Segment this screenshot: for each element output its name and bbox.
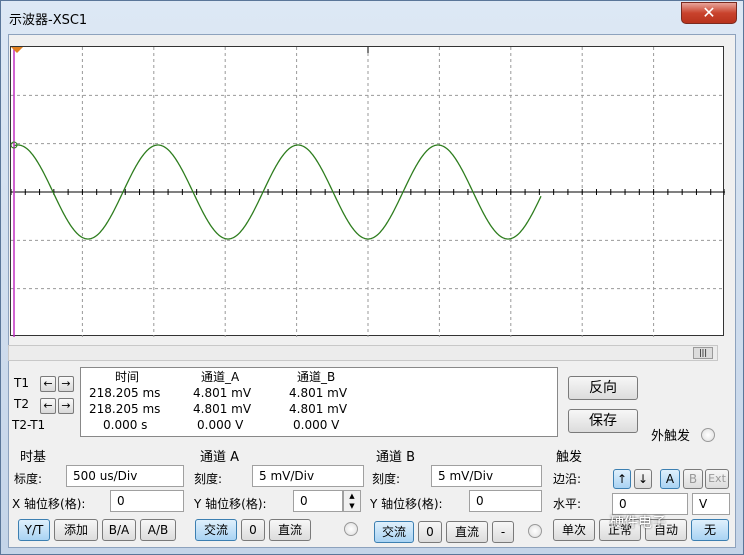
channel-a-ypos-spinner[interactable]: ▲ ▼ bbox=[343, 490, 361, 512]
channel-b-title: 通道 B bbox=[376, 450, 416, 465]
t2-time: 218.205 ms bbox=[89, 402, 161, 416]
channel-a-ac-button[interactable]: 交流 bbox=[195, 519, 237, 541]
channel-b-zero-button[interactable]: 0 bbox=[418, 521, 442, 543]
cursor-marker-icon bbox=[11, 47, 23, 53]
header-channel-a: 通道_A bbox=[201, 370, 240, 384]
save-button[interactable]: 保存 bbox=[568, 409, 638, 433]
title-bar: 示波器-XSC1 ✕ bbox=[1, 1, 743, 35]
channel-b-ypos-label: Y 轴位移(格): bbox=[370, 497, 443, 511]
mode-ba-button[interactable]: B/A bbox=[102, 519, 136, 541]
channel-a-title: 通道 A bbox=[200, 450, 240, 465]
channel-b-ypos-field[interactable]: 0 bbox=[469, 490, 542, 512]
timebase-scale-label: 标度: bbox=[14, 472, 43, 486]
timebase-xpos-label: X 轴位移(格): bbox=[12, 497, 86, 511]
channel-b-dc-button[interactable]: 直流 bbox=[446, 521, 488, 543]
falling-edge-icon[interactable]: ↓ bbox=[634, 469, 652, 489]
trigger-title: 触发 bbox=[556, 450, 583, 465]
t1-channel-b: 4.801 mV bbox=[289, 386, 348, 400]
mode-yt-button[interactable]: Y/T bbox=[18, 519, 50, 541]
channel-a-ypos-field[interactable]: 0 bbox=[293, 490, 343, 512]
trigger-single-button[interactable]: 单次 bbox=[553, 519, 595, 541]
t2-label: T2 bbox=[14, 397, 29, 411]
trigger-source-a-button[interactable]: A bbox=[660, 469, 680, 489]
delta-channel-a: 0.000 V bbox=[197, 418, 244, 432]
t2-right-arrow-icon[interactable]: → bbox=[58, 398, 74, 414]
trigger-source-b-button[interactable]: B bbox=[683, 469, 703, 489]
channel-a-scale-label: 刻度: bbox=[194, 472, 223, 486]
header-time: 时间 bbox=[115, 370, 140, 384]
close-button[interactable]: ✕ bbox=[681, 2, 737, 24]
reverse-button[interactable]: 反向 bbox=[568, 376, 638, 400]
channel-a-dc-button[interactable]: 直流 bbox=[269, 519, 311, 541]
t1-right-arrow-icon[interactable]: → bbox=[58, 376, 74, 392]
channel-b-minus-button[interactable]: - bbox=[492, 521, 514, 543]
t2-left-arrow-icon[interactable]: ← bbox=[40, 398, 56, 414]
channel-a-zero-button[interactable]: 0 bbox=[241, 519, 265, 541]
horizontal-scrollbar[interactable]: ||| bbox=[8, 345, 718, 361]
channel-b-ac-button[interactable]: 交流 bbox=[374, 521, 414, 543]
header-channel-b: 通道_B bbox=[297, 370, 336, 384]
mode-add-button[interactable]: 添加 bbox=[54, 519, 98, 541]
channel-b-scale-label: 刻度: bbox=[372, 472, 401, 486]
t1-label: T1 bbox=[14, 376, 29, 390]
channel-a-scale-field[interactable]: 5 mV/Div bbox=[252, 465, 364, 487]
ext-trigger-terminal[interactable] bbox=[701, 428, 715, 442]
trigger-edge-label: 边沿: bbox=[553, 472, 582, 486]
window-title: 示波器-XSC1 bbox=[9, 13, 88, 28]
t1-left-arrow-icon[interactable]: ← bbox=[40, 376, 56, 392]
channel-a-terminal[interactable] bbox=[344, 522, 358, 536]
delta-time: 0.000 s bbox=[103, 418, 148, 432]
mode-ab-button[interactable]: A/B bbox=[140, 519, 176, 541]
scope-graph bbox=[10, 47, 726, 337]
rising-edge-icon[interactable]: ↑ bbox=[613, 469, 631, 489]
ext-trigger-label: 外触发 bbox=[651, 429, 691, 444]
trigger-source-ext-button[interactable]: Ext bbox=[705, 469, 729, 489]
t2-channel-a: 4.801 mV bbox=[193, 402, 252, 416]
t2-channel-b: 4.801 mV bbox=[289, 402, 348, 416]
delta-channel-b: 0.000 V bbox=[293, 418, 340, 432]
measurement-table: 时间 通道_A 通道_B 218.205 ms 4.801 mV 4.801 m… bbox=[80, 367, 558, 437]
channel-b-scale-field[interactable]: 5 mV/Div bbox=[431, 465, 542, 487]
timebase-scale-field[interactable]: 500 us/Div bbox=[66, 465, 184, 487]
channel-b-terminal[interactable] bbox=[528, 524, 542, 538]
timebase-title: 时基 bbox=[20, 450, 47, 465]
t2t1-label: T2-T1 bbox=[12, 418, 46, 432]
channel-a-ypos-label: Y 轴位移(格): bbox=[194, 497, 267, 511]
t1-time: 218.205 ms bbox=[89, 386, 161, 400]
watermark: 硬件电子 bbox=[610, 515, 666, 531]
t1-channel-a: 4.801 mV bbox=[193, 386, 252, 400]
timebase-xpos-field[interactable]: 0 bbox=[110, 490, 184, 512]
trigger-level-label: 水平: bbox=[553, 497, 582, 511]
scroll-thumb[interactable]: ||| bbox=[693, 347, 713, 359]
scope-display bbox=[10, 46, 726, 337]
